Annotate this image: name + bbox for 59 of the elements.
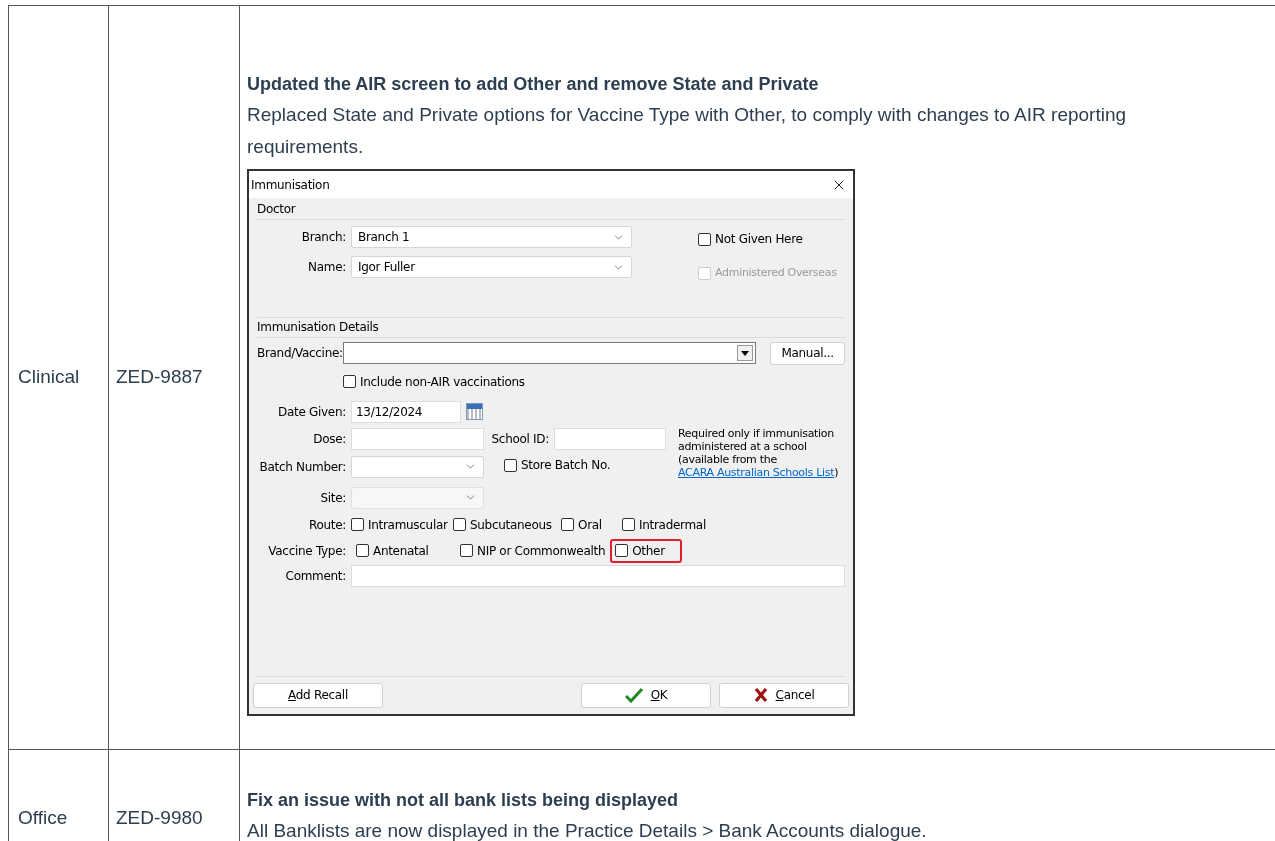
field-label: Brand/Vaccine: xyxy=(257,345,343,362)
checkbox[interactable] xyxy=(460,544,473,557)
manual-button[interactable]: Manual... xyxy=(770,341,845,365)
field-label: Vaccine Type: xyxy=(267,542,347,560)
checkbox[interactable] xyxy=(504,458,517,472)
checkbox-label: Intramuscular xyxy=(368,516,448,534)
dialog-button[interactable]: OK xyxy=(581,682,711,708)
checkbox-label: Include non-AIR vaccinations xyxy=(360,373,525,391)
checkbox[interactable] xyxy=(561,518,574,531)
group-legend: Immunisation Details xyxy=(257,317,379,337)
field-label: Comment: xyxy=(284,567,347,585)
change-title: Updated the AIR screen to add Other and remove State and Private xyxy=(247,73,820,96)
field-label: Route: xyxy=(307,516,347,534)
field-label: School ID: xyxy=(490,430,550,448)
cross-icon xyxy=(753,687,768,703)
checkbox[interactable] xyxy=(351,518,364,531)
dropdown[interactable]: Igor Fuller xyxy=(351,256,632,278)
checkbox-label: Not Given Here xyxy=(715,231,803,248)
field-label: Site: xyxy=(319,489,347,507)
change-description: All Banklists are now displayed in the Practice Details > Bank Accounts dialogue. xyxy=(247,818,928,841)
category-cell: Office xyxy=(18,806,68,828)
school-note: Required only if immunisation administered at a school (available from the ACARA Australian Schools List) xyxy=(678,426,840,481)
change-description: Replaced State and Private options for Vaccine Type with Other, to comply with changes to AIR reporting requirements. xyxy=(247,103,1128,159)
group-legend: Doctor xyxy=(257,200,296,219)
checkmark-icon xyxy=(624,687,643,703)
field-label: Batch Number: xyxy=(258,458,347,476)
field-label: Dose: xyxy=(312,430,347,448)
checkbox[interactable] xyxy=(622,518,635,531)
checkbox-label: NIP or Commonwealth xyxy=(477,542,606,560)
input-field[interactable] xyxy=(351,564,845,587)
dialog-title: Immunisation xyxy=(251,176,330,194)
dropdown[interactable]: Branch 1 xyxy=(351,226,632,248)
category-cell: Clinical xyxy=(18,366,80,387)
checkbox-label: Antenatal xyxy=(373,542,429,560)
checkbox[interactable] xyxy=(615,544,629,557)
schools-list-link[interactable]: ACARA Australian Schools List xyxy=(678,465,835,479)
checkbox-label: Store Batch No. xyxy=(521,457,611,475)
checkbox-label: Oral xyxy=(578,516,602,534)
calendar-icon[interactable] xyxy=(466,403,483,420)
input-field[interactable] xyxy=(351,427,484,450)
change-title: Fix an issue with not all bank lists being displayed xyxy=(247,788,680,812)
ticket-cell: ZED-9980 xyxy=(116,806,203,828)
checkbox-label: Administered Overseas xyxy=(715,265,837,281)
checkbox[interactable] xyxy=(343,375,356,388)
checkbox[interactable] xyxy=(453,518,466,531)
input-field[interactable]: 13/12/2024 xyxy=(351,400,461,423)
dialog-button[interactable]: Add Recall xyxy=(253,682,383,708)
checkbox-label: Intradermal xyxy=(639,516,706,534)
checkbox[interactable] xyxy=(356,544,369,557)
field-label: Name: xyxy=(307,259,347,276)
checkbox-label: Other xyxy=(632,542,665,560)
input-field[interactable] xyxy=(554,427,666,450)
checkbox-label: Subcutaneous xyxy=(470,516,552,534)
checkbox[interactable] xyxy=(698,232,711,246)
field-label: Date Given: xyxy=(277,403,347,421)
dialog-button[interactable]: Cancel xyxy=(719,682,849,708)
combo-box[interactable] xyxy=(343,342,757,364)
field-label: Branch: xyxy=(300,229,347,246)
ticket-cell: ZED-9887 xyxy=(116,366,203,387)
